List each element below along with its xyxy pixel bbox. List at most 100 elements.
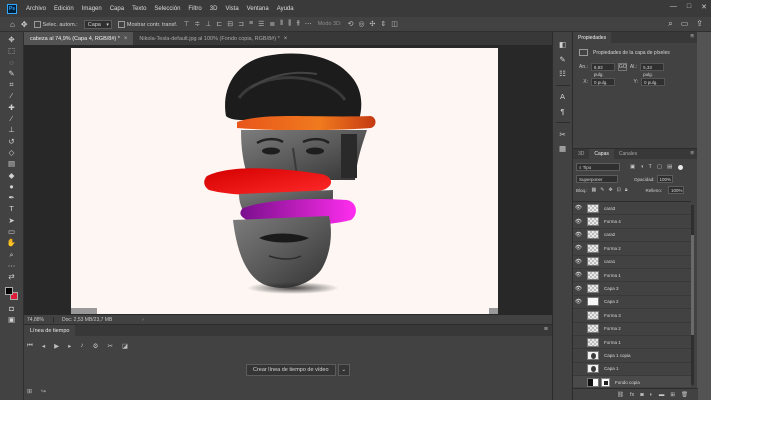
create-video-timeline-button[interactable]: Crear línea de tiempo de vídeo <box>246 364 336 376</box>
panel-menu-icon[interactable]: ≡ <box>544 326 548 333</box>
menu-filtro[interactable]: Filtro <box>184 6 205 12</box>
fill-field[interactable]: 100% <box>668 186 685 194</box>
adjustments-icon[interactable]: ☷ <box>559 70 566 78</box>
move-tool-icon[interactable]: ✥ <box>21 20 28 29</box>
eyedropper-icon[interactable]: ⁄ <box>11 92 12 100</box>
menu-3d[interactable]: 3D <box>206 6 222 12</box>
link-proportions-icon[interactable]: GO <box>617 63 627 71</box>
lock-image-icon[interactable]: ✎ <box>600 187 604 193</box>
eraser-icon[interactable]: ◇ <box>9 149 15 157</box>
scale-3d-icon[interactable]: ◫ <box>391 20 398 28</box>
menu-ayuda[interactable]: Ayuda <box>273 6 298 12</box>
render-icon[interactable]: ↪ <box>41 388 46 395</box>
height-field[interactable]: 5,33 pulg. <box>640 63 665 77</box>
settings-icon[interactable]: ⚙ <box>93 342 99 350</box>
layer-thumbnail[interactable] <box>587 257 599 267</box>
distribute-left-icon[interactable]: ⫴ <box>280 20 283 28</box>
tab-propiedades[interactable]: Propiedades <box>573 32 612 43</box>
align-right-icon[interactable]: ⊐ <box>238 20 244 28</box>
layer-row[interactable]: 👁︎ Forma 1 <box>573 269 691 283</box>
lock-all-icon[interactable]: 🔒︎ <box>625 187 628 193</box>
autoselect-option[interactable]: Selec. autom.: <box>33 20 78 28</box>
layer-row[interactable]: 👁︎ cara1 <box>573 256 691 269</box>
panel-menu-icon[interactable]: ≡ <box>690 150 694 157</box>
next-frame-icon[interactable]: ▸ <box>68 342 71 350</box>
layer-row[interactable]: 👁︎ cara2 <box>573 229 691 243</box>
healing-brush-icon[interactable]: ✚ <box>8 104 14 112</box>
more-options-icon[interactable]: ⋯ <box>305 20 312 28</box>
menu-seleccion[interactable]: Selección <box>150 6 184 12</box>
visibility-eye-icon[interactable]: 👁︎ <box>573 259 584 265</box>
distribute-center-icon[interactable]: ⫼ <box>288 20 291 28</box>
layer-row[interactable]: Forma 2 <box>573 323 691 336</box>
foreground-color-swatch[interactable] <box>4 286 13 295</box>
layer-thumbnail[interactable] <box>587 377 599 387</box>
layer-row[interactable]: 👁︎ Forma 2 <box>573 242 691 256</box>
brush-icon[interactable]: ∕ <box>11 115 12 123</box>
layer-row[interactable]: Forma 1 <box>573 336 691 350</box>
timeline-tab[interactable]: Línea de tiempo <box>24 325 76 336</box>
width-field[interactable]: 8,83 pulg. <box>590 63 615 77</box>
layer-thumbnail[interactable] <box>587 270 599 280</box>
layer-row[interactable]: Forma 3 <box>573 309 691 323</box>
layer-row[interactable]: Capa 1 <box>573 363 691 377</box>
layer-mask-thumbnail[interactable] <box>601 377 610 387</box>
path-select-icon[interactable]: ➤ <box>8 217 14 225</box>
marquee-icon[interactable]: ⬚ <box>8 47 15 55</box>
transition-icon[interactable]: ◪ <box>122 342 128 350</box>
slide-3d-icon[interactable]: ⇕ <box>380 20 386 28</box>
type-icon[interactable]: T <box>9 205 14 213</box>
maximize-icon[interactable]: □ <box>687 3 691 11</box>
lock-position-icon[interactable]: ✥ <box>608 187 612 193</box>
visibility-eye-icon[interactable]: 👁︎ <box>573 245 584 251</box>
menu-imagen[interactable]: Imagen <box>78 6 106 12</box>
blend-mode-select[interactable]: Superponer <box>576 175 618 183</box>
first-frame-icon[interactable]: ⏮ <box>27 342 33 350</box>
distribute-top-icon[interactable]: ≡ <box>249 20 253 28</box>
tools-preset-icon[interactable]: ✂ <box>559 130 565 138</box>
history-brush-icon[interactable]: ↺ <box>8 137 14 145</box>
layer-filter-select[interactable]: ⌕ Tipo <box>576 163 620 171</box>
layer-thumbnail[interactable] <box>587 297 599 307</box>
menu-archivo[interactable]: Archivo <box>22 6 50 12</box>
crop-icon[interactable]: ⌗ <box>9 81 13 89</box>
type-filter-icon[interactable]: T <box>649 164 652 170</box>
new-layer-icon[interactable]: ⊞ <box>670 392 675 398</box>
visibility-eye-icon[interactable]: 👁︎ <box>573 205 584 211</box>
menu-texto[interactable]: Texto <box>128 6 150 12</box>
search-icon[interactable]: ⌕ <box>668 19 672 29</box>
menu-edicion[interactable]: Edición <box>50 6 78 12</box>
distribute-right-icon[interactable]: ⫵ <box>296 20 299 28</box>
home-icon[interactable]: ⌂ <box>10 20 15 29</box>
layer-row[interactable]: Fondo copia <box>573 376 691 387</box>
new-adjustment-icon[interactable]: ◐ <box>650 392 653 398</box>
visibility-eye-icon[interactable]: 👁︎ <box>573 219 584 225</box>
paragraph-icon[interactable]: ¶ <box>560 107 564 115</box>
character-icon[interactable]: A <box>560 93 565 101</box>
minimize-icon[interactable]: — <box>670 3 677 11</box>
blur-icon[interactable]: ◆ <box>9 171 15 179</box>
menu-capa[interactable]: Capa <box>106 6 128 12</box>
layer-thumbnail[interactable] <box>587 350 599 360</box>
layer-thumbnail[interactable] <box>587 364 599 374</box>
layer-row[interactable]: 👁︎ cara3 <box>573 202 691 216</box>
tab-canales[interactable]: Canales <box>614 149 642 159</box>
layer-thumbnail[interactable] <box>587 203 599 213</box>
rotate-3d-icon[interactable]: ⟲ <box>348 20 354 28</box>
quick-mask-icon[interactable]: ◘ <box>9 305 14 313</box>
swap-colors-icon[interactable]: ⇄ <box>8 273 14 281</box>
show-transform-option[interactable]: Mostrar contr. transf. <box>117 20 177 28</box>
roll-3d-icon[interactable]: ◎ <box>358 20 364 28</box>
layer-thumbnail[interactable] <box>587 230 599 240</box>
close-icon[interactable]: ✕ <box>701 3 707 11</box>
align-bottom-icon[interactable]: ⊥ <box>205 20 211 28</box>
layer-thumbnail[interactable] <box>587 324 599 334</box>
distribute-bottom-icon[interactable]: ≣ <box>269 20 275 28</box>
add-mask-icon[interactable]: ◙ <box>640 392 643 398</box>
screen-mode-icon[interactable]: ▣ <box>8 316 15 324</box>
layer-row[interactable]: 👁︎ Forma 4 <box>573 215 691 229</box>
opacity-field[interactable]: 100% <box>656 175 673 183</box>
align-center-icon[interactable]: ⊟ <box>227 20 233 28</box>
audio-icon[interactable]: ♪ <box>80 342 83 350</box>
layer-thumbnail[interactable] <box>587 243 599 253</box>
